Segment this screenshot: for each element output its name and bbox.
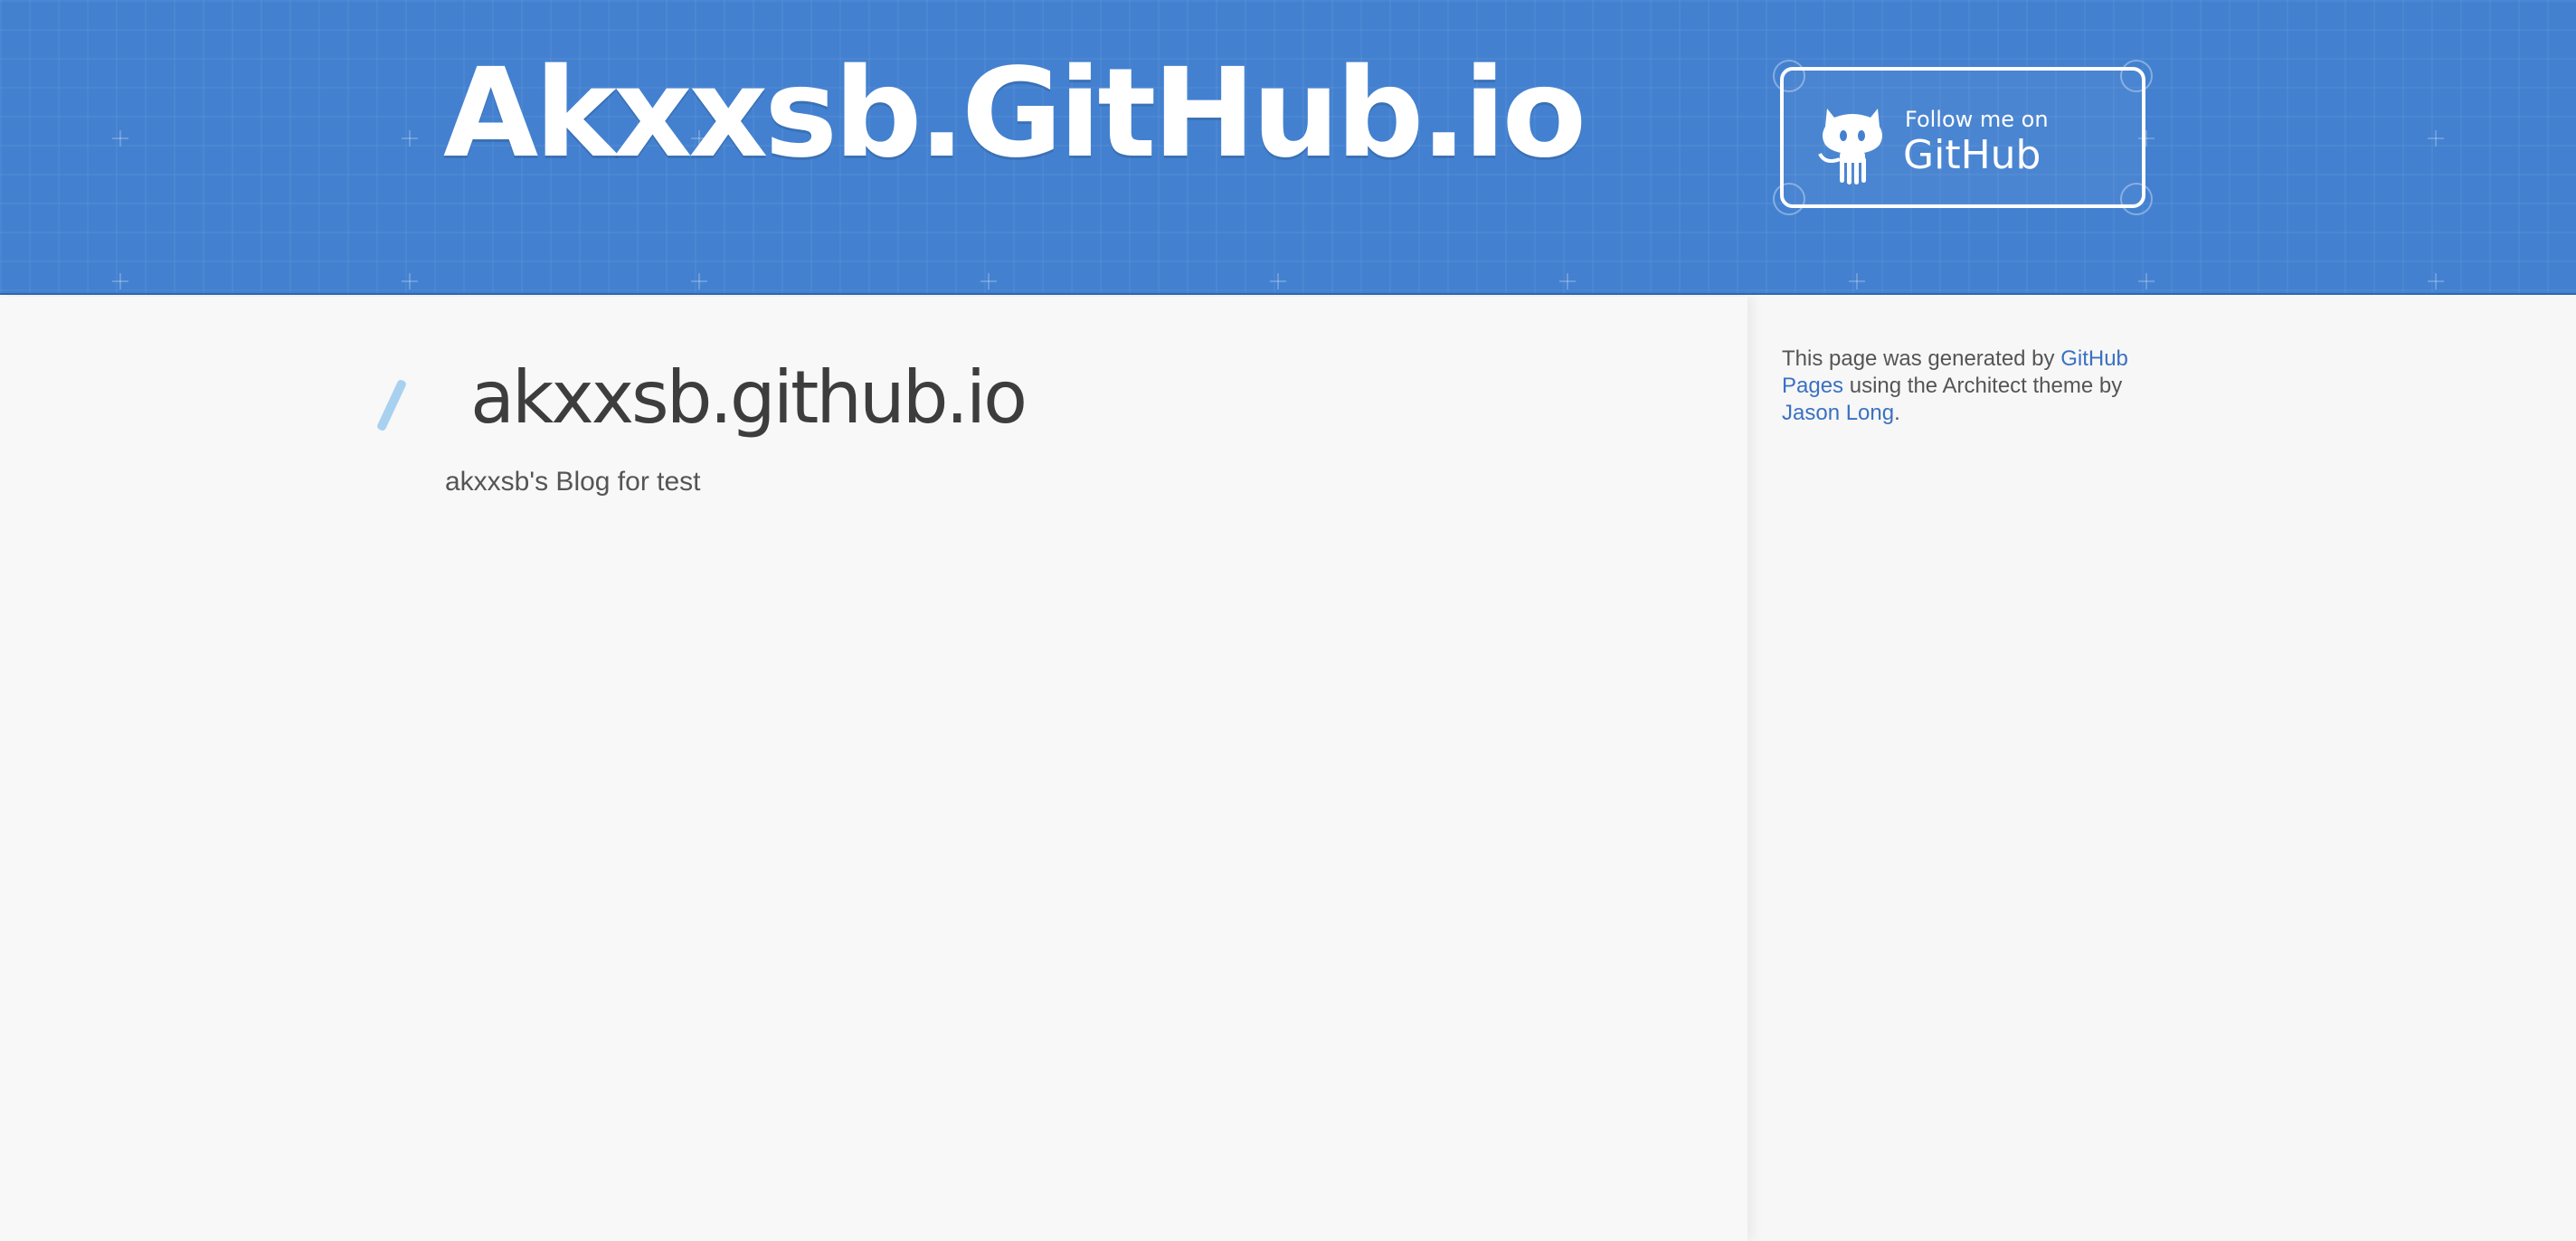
octocat-icon — [1818, 109, 1882, 185]
grid-cross-decoration — [2138, 273, 2155, 289]
site-header: Akxxsb.GitHub.io Follow me on GitHub — [0, 0, 2576, 295]
credit-suffix-text: . — [1894, 401, 1900, 425]
grid-cross-decoration — [402, 130, 418, 147]
grid-cross-decoration — [1559, 273, 1576, 289]
credit-prefix-text: This page was generated by — [1782, 346, 2061, 371]
grid-cross-decoration — [2428, 130, 2444, 147]
page-title: akxxsb.github.io — [470, 355, 1028, 440]
grid-cross-decoration — [1849, 273, 1865, 289]
grid-cross-decoration — [1270, 273, 1286, 289]
grid-cross-decoration — [112, 273, 128, 289]
corner-decoration — [1773, 60, 1805, 92]
grid-cross-decoration — [691, 273, 707, 289]
corner-decoration — [2120, 60, 2153, 92]
credit-middle-text: using the Architect theme by — [1843, 374, 2123, 398]
site-title-link[interactable]: Akxxsb.GitHub.io — [443, 52, 1586, 175]
follow-small-label: Follow me on — [1905, 107, 2049, 132]
grid-cross-decoration — [402, 273, 418, 289]
follow-github-button[interactable]: Follow me on GitHub — [1773, 60, 2153, 215]
grid-cross-decoration — [112, 130, 128, 147]
sidebar-credits: This page was generated by GitHub Pages … — [1782, 346, 2144, 427]
follow-big-label: GitHub — [1903, 132, 2041, 178]
author-link[interactable]: Jason Long — [1782, 401, 1894, 425]
page-description: akxxsb's Blog for test — [445, 467, 701, 497]
corner-decoration — [1773, 183, 1805, 215]
grid-cross-decoration — [2428, 273, 2444, 289]
corner-decoration — [2120, 183, 2153, 215]
grid-cross-decoration — [980, 273, 997, 289]
